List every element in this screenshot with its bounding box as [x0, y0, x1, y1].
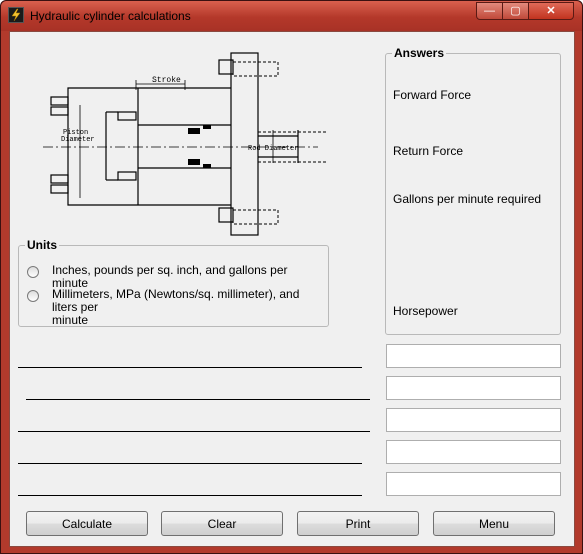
result-field-4[interactable] — [386, 440, 561, 464]
result-field-1[interactable] — [386, 344, 561, 368]
maximize-button[interactable]: ▢ — [502, 2, 529, 20]
result-field-3[interactable] — [386, 408, 561, 432]
app-window: Hydraulic cylinder calculations — ▢ ✕ St… — [0, 0, 583, 554]
menu-button[interactable]: Menu — [433, 511, 555, 536]
radio-button-icon[interactable] — [27, 266, 39, 278]
radio-button-icon[interactable] — [27, 290, 39, 302]
app-lightning-icon — [8, 7, 24, 23]
input-label-line-3 — [18, 431, 370, 432]
input-label-line-2 — [26, 399, 370, 400]
clear-button[interactable]: Clear — [161, 511, 283, 536]
minimize-button[interactable]: — — [476, 2, 503, 20]
answers-group: Answers Forward Force Return Force Gallo… — [385, 46, 561, 335]
print-button[interactable]: Print — [297, 511, 419, 536]
stroke-dimension-label: Stroke — [152, 76, 181, 85]
piston-dimension-label-2: Diameter — [61, 136, 95, 144]
result-field-2[interactable] — [386, 376, 561, 400]
window-title: Hydraulic cylinder calculations — [30, 9, 191, 23]
answer-label-return-force: Return Force — [393, 144, 464, 158]
result-field-5[interactable] — [386, 472, 561, 496]
input-label-line-1 — [18, 367, 362, 368]
answer-label-gpm: Gallons per minute required — [393, 192, 542, 206]
title-bar[interactable]: Hydraulic cylinder calculations — ▢ ✕ — [1, 1, 582, 31]
input-label-line-5 — [18, 495, 362, 496]
calculate-button[interactable]: Calculate — [26, 511, 148, 536]
rod-dimension-label: Rod Diameter — [248, 145, 298, 153]
input-label-line-4 — [18, 463, 362, 464]
units-group: Units Inches, pounds per sq. inch, and g… — [18, 238, 329, 327]
answer-label-horsepower: Horsepower — [393, 304, 458, 318]
units-option-metric-label: Millimeters, MPa (Newtons/sq. millimeter… — [52, 287, 300, 327]
client-area: Stroke Piston Diameter Rod Diameter Unit… — [9, 31, 575, 547]
answers-group-title: Answers — [392, 46, 447, 60]
answer-label-forward-force: Forward Force — [393, 88, 472, 102]
units-group-title: Units — [25, 238, 59, 252]
units-option-metric[interactable]: Millimeters, MPa (Newtons/sq. millimeter… — [27, 288, 322, 327]
cylinder-diagram: Stroke Piston Diameter Rod Diameter — [43, 52, 328, 236]
close-button[interactable]: ✕ — [528, 2, 574, 20]
